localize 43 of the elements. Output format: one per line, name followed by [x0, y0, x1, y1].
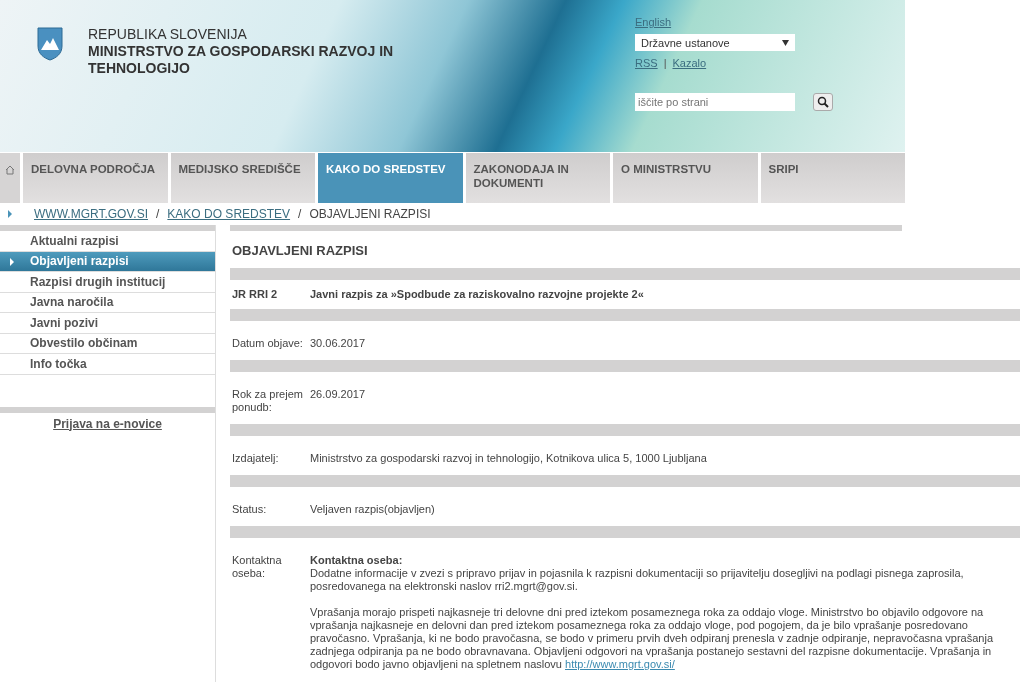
- field-value: Javni razpis za »Spodbude za raziskovalno razvojne projekte 2«: [310, 288, 645, 301]
- nav-tab[interactable]: ZAKONODAJA IN DOKUMENTI: [465, 153, 610, 203]
- contact-paragraph: Dodatne informacije v zvezi s pripravo prijav in pojasnila k razpisni dokumentaciji so prijavitelju dosegljivi na podlagi pisnega zaprosila, posredovanega na elektronski naslov rri2.mgrt@gov.si.: [310, 567, 965, 593]
- field-label: Rok za prejem ponudb:: [232, 388, 304, 414]
- sidebar-item[interactable]: Objavljeni razpisi: [0, 251, 215, 272]
- breadcrumb-link[interactable]: KAKO DO SREDSTEV: [167, 207, 291, 221]
- institutions-select[interactable]: Državne ustanove: [635, 34, 795, 51]
- header-link[interactable]: Kazalo: [672, 57, 707, 69]
- search-button[interactable]: [813, 93, 833, 111]
- link-separator: |: [663, 57, 667, 69]
- search-icon: [817, 96, 829, 108]
- breadcrumb-separator: /: [298, 207, 302, 221]
- ministry-name: MINISTRSTVO ZA GOSPODARSKI RAZVOJ IN TEHNOLOGIJO: [88, 43, 395, 77]
- nav-tab[interactable]: MEDIJSKO SREDIŠČE: [170, 153, 315, 203]
- dropdown-caret-icon: [782, 39, 789, 46]
- website-link[interactable]: http://www.mgrt.gov.si/: [565, 658, 675, 670]
- nav-tab[interactable]: O MINISTRSTVU: [613, 153, 758, 203]
- breadcrumb-arrow-icon: [8, 210, 12, 218]
- field-value: 26.09.2017: [310, 388, 367, 402]
- field-value: 30.06.2017: [310, 337, 367, 350]
- header-link[interactable]: RSS: [635, 57, 658, 69]
- breadcrumb-link[interactable]: WWW.MGRT.GOV.SI: [34, 207, 148, 221]
- field-label: Izdajatelj:: [232, 452, 280, 465]
- field-label: Datum objave:: [232, 337, 304, 350]
- nav-tab[interactable]: SRIPI: [760, 153, 905, 203]
- field-value: Ministrstvo za gospodarski razvoj in tehnologijo, Kotnikova ulica 5, 1000 Ljubljana: [310, 452, 708, 465]
- field-label: Status:: [232, 503, 268, 516]
- contact-heading: Kontaktna oseba:: [310, 554, 404, 567]
- field-value: Veljaven razpis(objavljen): [310, 503, 436, 516]
- nav-tab[interactable]: KAKO DO SREDSTEV: [318, 153, 463, 203]
- field-label: JR RRI 2: [232, 288, 279, 301]
- home-icon: [5, 165, 15, 175]
- breadcrumb-current: OBJAVLJENI RAZPISI: [309, 207, 431, 221]
- country-name: REPUBLIKA SLOVENIJA: [88, 26, 248, 43]
- search-field[interactable]: iščite po strani: [635, 93, 795, 111]
- page-title: OBJAVLJENI RAZPISI: [232, 243, 369, 258]
- contact-paragraph: Vprašanja morajo prispeti najkasneje tri delovne dni pred iztekom posameznega roka za oddajo vloge. Ministrstvo bo objavilo odgovore na vprašanja najkasneje en delovni dan pred iztekom posameznega roka za oddajo vloge, pod pogojem, da je bilo vprašanje posredovano pravočasno. Vprašanja, ki ne bodo pravočasna, se bodo v primeru prvih dveh odpiranj prenesla v zadnje odpiranje, nepravočasna vprašanja zadnjega odpiranja pa ne bodo obravnavana. Objavljeni odgovori na vprašanja postanejo sestavni del razpisne dokumentacije. Vprašanja in odgovori bodo javno objavljeni na spletnem naslovu http://www.mgrt.gov.si/: [310, 606, 995, 671]
- field-label: Kontaktna oseba:: [232, 554, 283, 581]
- newsletter-link[interactable]: Prijava na e-novice: [53, 416, 162, 431]
- coat-of-arms-icon: [36, 26, 64, 62]
- breadcrumb-separator: /: [156, 207, 160, 221]
- language-link[interactable]: English: [635, 16, 672, 28]
- nav-tab[interactable]: DELOVNA PODROČJA: [23, 153, 168, 203]
